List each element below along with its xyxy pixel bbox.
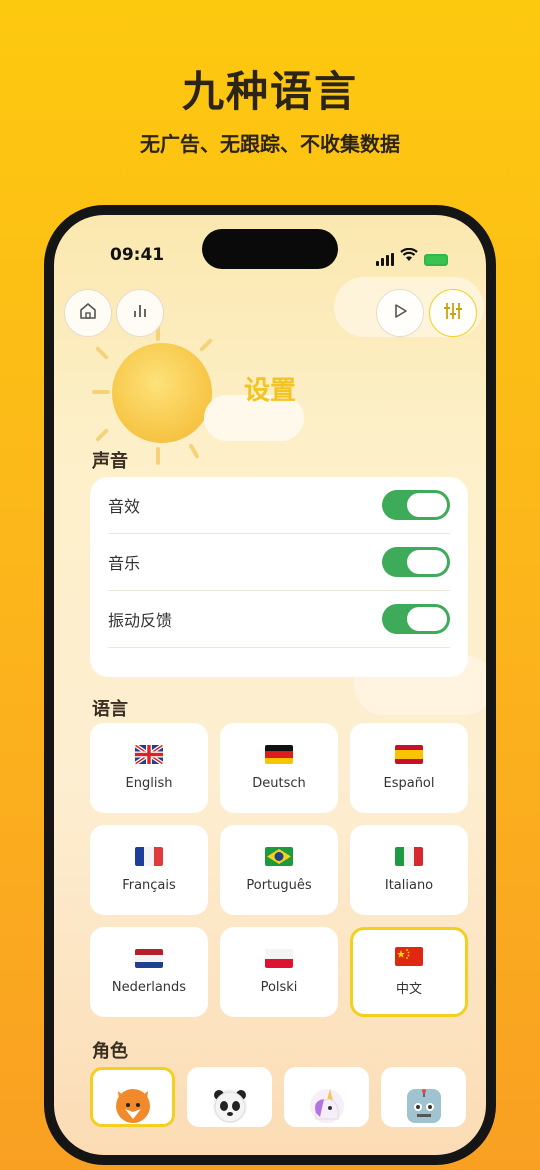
language-name: Nederlands [111,980,187,995]
sun-ray [198,337,214,353]
brazil-flag-icon [265,847,293,866]
spain-flag-icon [395,745,423,764]
italy-flag-icon [395,847,423,866]
character-option-robot[interactable] [381,1067,466,1127]
language-name: 中文 [395,982,422,997]
character-row [90,1067,468,1127]
wifi-icon [400,247,418,266]
sun-ray [156,447,160,465]
language-option-english[interactable]: English [90,723,208,813]
haptics-label: 振动反馈 [108,611,173,630]
character-section-label: 角色 [92,1041,128,1062]
music-row: 音乐 [108,534,450,591]
language-name: Polski [260,980,298,995]
language-option-francais[interactable]: Français [90,825,208,915]
unicorn-icon [309,1089,344,1123]
character-option-unicorn[interactable] [284,1067,369,1127]
play-icon [390,301,410,325]
sliders-icon [442,300,464,326]
settings-button[interactable] [429,289,477,337]
language-grid: English Deutsch Español Français Portugu… [90,723,468,1017]
language-name: Español [383,776,435,791]
sun-ray [94,345,110,361]
character-option-panda[interactable] [187,1067,272,1127]
sound-section-label: 声音 [92,451,128,472]
cellular-signal-icon [376,253,394,266]
language-name: Deutsch [252,776,306,791]
phone-frame: 09:41 设置 声音 音效 音乐 振动反馈 语言 English Deutsc… [44,205,496,1165]
fox-icon [115,1089,150,1123]
language-option-espanol[interactable]: Español [350,723,468,813]
poland-flag-icon [265,949,293,968]
play-button[interactable] [376,289,424,337]
promo-headline: 九种语言 [181,67,358,116]
music-toggle[interactable] [382,547,450,577]
language-option-chinese[interactable]: 中文 [350,927,468,1017]
sound-effects-label: 音效 [108,497,141,516]
music-label: 音乐 [108,554,141,573]
language-option-deutsch[interactable]: Deutsch [220,723,338,813]
germany-flag-icon [265,745,293,764]
home-button[interactable] [64,289,112,337]
robot-icon [406,1089,441,1123]
china-flag-icon [395,947,423,966]
app-screen: 09:41 设置 声音 音效 音乐 振动反馈 语言 English Deutsc… [54,215,486,1155]
haptics-row: 振动反馈 [108,591,450,648]
battery-charging-icon [424,254,448,266]
page-title: 设置 [243,376,296,406]
status-icons [376,247,448,266]
haptics-toggle[interactable] [382,604,450,634]
language-name: Italiano [384,878,434,893]
language-name: Français [122,878,176,893]
home-icon [78,301,98,325]
netherlands-flag-icon [135,949,163,968]
uk-flag-icon [135,745,163,764]
dynamic-island [202,229,338,269]
sound-effects-toggle[interactable] [382,490,450,520]
sound-settings-card: 音效 音乐 振动反馈 [90,477,468,677]
france-flag-icon [135,847,163,866]
sun-ray [188,443,200,459]
sound-effects-row: 音效 [108,477,450,534]
language-option-portugues[interactable]: Português [220,825,338,915]
status-time: 09:41 [110,245,165,265]
language-option-italiano[interactable]: Italiano [350,825,468,915]
language-name: Português [246,878,312,893]
sun-ray [94,427,110,443]
language-option-polski[interactable]: Polski [220,927,338,1017]
language-section-label: 语言 [92,699,128,720]
stats-button[interactable] [116,289,164,337]
panda-icon [212,1089,247,1123]
language-name: English [125,776,173,791]
character-option-fox[interactable] [90,1067,175,1127]
language-option-nederlands[interactable]: Nederlands [90,927,208,1017]
bar-chart-icon [130,301,150,325]
promo-subline: 无广告、无跟踪、不收集数据 [140,132,400,156]
